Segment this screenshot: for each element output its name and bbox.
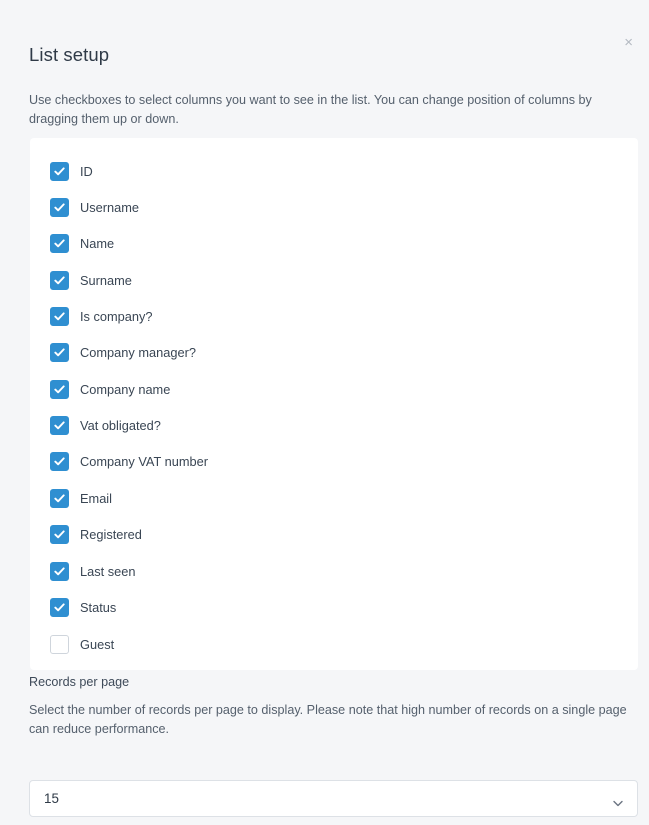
column-item-company-name[interactable]: Company name xyxy=(50,378,170,400)
column-item-is-company[interactable]: Is company? xyxy=(50,305,153,327)
column-checkbox[interactable] xyxy=(50,415,69,435)
records-per-page-label: Records per page xyxy=(29,675,130,689)
records-per-page-help: Select the number of records per page to… xyxy=(29,703,627,736)
dialog-title: List setup xyxy=(29,44,110,65)
check-icon xyxy=(54,493,65,502)
check-icon xyxy=(54,602,65,611)
check-icon xyxy=(54,384,65,393)
check-icon xyxy=(54,529,65,538)
column-label: Company manager? xyxy=(80,344,196,360)
column-label: Registered xyxy=(80,526,142,542)
column-item-status[interactable]: Status xyxy=(50,596,116,618)
column-checkbox[interactable] xyxy=(50,342,69,362)
column-item-vat-obligated[interactable]: Vat obligated? xyxy=(50,414,161,436)
column-label: Is company? xyxy=(80,308,153,324)
column-checkbox[interactable] xyxy=(50,379,69,399)
check-icon xyxy=(54,166,65,175)
column-checkbox[interactable] xyxy=(50,488,69,508)
check-icon xyxy=(54,347,65,356)
column-checkbox[interactable] xyxy=(50,270,69,290)
column-checkbox[interactable] xyxy=(50,561,69,581)
column-checkbox[interactable] xyxy=(50,306,69,326)
column-checkbox[interactable] xyxy=(50,524,69,544)
column-label: Company name xyxy=(80,381,171,397)
dialog-intro-text: Use checkboxes to select columns you wan… xyxy=(29,93,592,126)
column-checkbox[interactable] xyxy=(50,233,69,253)
column-label: Username xyxy=(80,199,140,215)
column-checkbox[interactable] xyxy=(50,597,69,617)
check-icon xyxy=(54,275,65,284)
close-icon[interactable]: × xyxy=(624,34,633,51)
column-label: Last seen xyxy=(80,563,136,579)
column-label: Email xyxy=(80,490,112,506)
column-item-email[interactable]: Email xyxy=(50,487,112,509)
list-setup-dialog: List setup × Use checkboxes to select co… xyxy=(10,8,649,825)
column-item-last-seen[interactable]: Last seen xyxy=(50,560,136,582)
check-icon xyxy=(54,420,65,429)
column-label: Vat obligated? xyxy=(80,417,161,433)
column-item-registered[interactable]: Registered xyxy=(50,523,142,545)
check-icon xyxy=(54,311,65,320)
check-icon xyxy=(54,238,65,247)
column-item-guest[interactable]: Guest xyxy=(50,633,114,655)
records-per-page-value: 15 xyxy=(44,791,59,806)
column-label: Name xyxy=(80,235,115,251)
columns-list: ID Username Name Surname Is company? Com… xyxy=(30,138,638,670)
column-label: Surname xyxy=(80,272,132,288)
column-item-username[interactable]: Username xyxy=(50,196,139,218)
column-checkbox[interactable] xyxy=(50,451,69,471)
column-checkbox[interactable] xyxy=(50,161,69,181)
column-item-name[interactable]: Name xyxy=(50,232,114,254)
column-item-company-vat-number[interactable]: Company VAT number xyxy=(50,450,208,472)
close-button[interactable]: × xyxy=(624,35,633,50)
check-icon xyxy=(54,202,65,211)
column-label: Guest xyxy=(80,636,115,652)
chevron-down-icon xyxy=(613,794,623,812)
column-label: Company VAT number xyxy=(80,453,209,469)
column-item-surname[interactable]: Surname xyxy=(50,269,132,291)
column-label: Status xyxy=(80,599,117,615)
column-item-id[interactable]: ID xyxy=(50,160,93,182)
column-checkbox[interactable] xyxy=(50,197,69,217)
records-per-page-select[interactable]: 15 xyxy=(29,780,638,817)
column-checkbox[interactable] xyxy=(50,634,69,654)
column-item-company-manager[interactable]: Company manager? xyxy=(50,341,196,363)
column-label: ID xyxy=(80,163,93,179)
check-icon xyxy=(54,456,65,465)
check-icon xyxy=(54,566,65,575)
